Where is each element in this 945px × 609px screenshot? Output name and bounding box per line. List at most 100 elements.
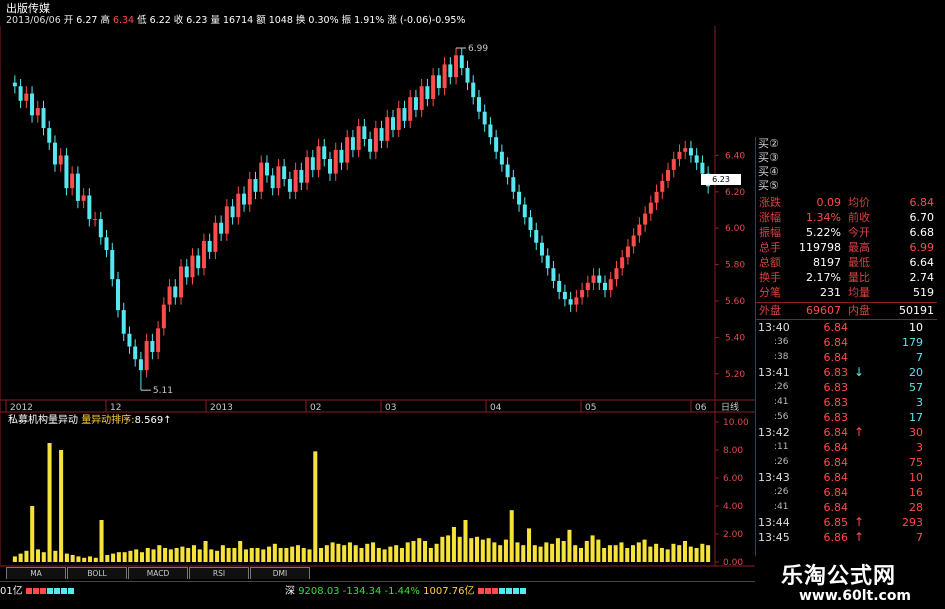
stat-row: 总额 8197 最低 6.64 xyxy=(756,255,937,270)
volume-bar xyxy=(18,553,23,562)
volume-bar xyxy=(203,541,208,562)
tick-time: :26 xyxy=(774,457,789,467)
tick-time: :38 xyxy=(774,352,789,362)
volume-bar xyxy=(642,539,647,562)
volume-bar xyxy=(209,549,214,562)
kline-chart[interactable]: 6.406.206.005.805.605.405.206.995.112012… xyxy=(0,0,755,581)
volume-bar xyxy=(665,549,670,562)
volume-bar xyxy=(330,542,335,562)
candle-body xyxy=(24,93,29,101)
volume-bar xyxy=(272,543,277,562)
candle-body xyxy=(545,255,550,269)
indicator-arrow-icon: ↑ xyxy=(163,415,172,426)
candle-body xyxy=(161,304,166,329)
tick-price: 6.85 xyxy=(823,516,849,529)
volume-bar xyxy=(157,545,162,562)
tab-macd[interactable]: MACD xyxy=(128,567,188,579)
volume-bar xyxy=(567,529,572,562)
tick-volume: 57 xyxy=(909,381,923,394)
index-pct: -1.44% xyxy=(384,586,420,597)
volume-bar xyxy=(215,550,220,562)
market-index[interactable]: 深 9208.03 -134.34 -1.44% 1007.76亿 xyxy=(285,582,527,597)
candle-body xyxy=(625,246,630,258)
volume-bar xyxy=(342,545,347,562)
volume-bar xyxy=(151,549,156,562)
tab-ma[interactable]: MA xyxy=(6,567,66,579)
volume-bar xyxy=(220,545,225,562)
volume-bar xyxy=(434,543,439,562)
volume-bar xyxy=(625,548,630,562)
tick-volume: 16 xyxy=(909,486,923,499)
tick-time: :26 xyxy=(774,382,789,392)
candle-body xyxy=(190,255,195,278)
volume-bar xyxy=(515,542,520,562)
tab-dmi[interactable]: DMI xyxy=(250,567,310,579)
tab-rsi[interactable]: RSI xyxy=(189,567,249,579)
candle-body xyxy=(41,108,46,129)
candle-body xyxy=(648,202,653,214)
candle-body xyxy=(431,75,436,99)
stat-value: 2.74 xyxy=(909,271,935,284)
candle-body xyxy=(259,162,264,192)
tick-price: 6.84 xyxy=(823,501,849,514)
date-tick-label: 02 xyxy=(310,403,321,413)
indicator-name: 私募机构量异动 xyxy=(8,415,78,426)
tick-volume: 28 xyxy=(909,501,923,514)
tick-row: :41 6.83 3 xyxy=(756,395,937,410)
volume-bar xyxy=(59,450,64,562)
tick-row: 13:45 6.86 ↑ 7 xyxy=(756,530,937,545)
volume-bar xyxy=(671,543,676,562)
volume-bar xyxy=(440,536,445,562)
stat-row: 分笔 231 均量 519 xyxy=(756,285,937,300)
volume-bar xyxy=(694,548,699,562)
candle-body xyxy=(574,297,579,305)
date-tick-label: 03 xyxy=(385,403,396,413)
volume-bar xyxy=(550,543,555,562)
volume-tick-label: 8.00 xyxy=(723,446,743,456)
volume-bar xyxy=(555,538,560,562)
candle-body xyxy=(115,279,121,311)
volume-bar xyxy=(457,536,462,562)
tick-arrow-icon: ↑ xyxy=(854,530,865,544)
site-watermark: 乐淘公式网 www.60lt.com xyxy=(755,556,945,609)
volume-bar xyxy=(411,541,416,562)
candle-body xyxy=(47,128,52,143)
candle-body xyxy=(35,108,40,116)
volume-bar xyxy=(255,548,260,562)
tick-price: 6.83 xyxy=(823,381,849,394)
volume-bar xyxy=(295,545,300,562)
candle-body xyxy=(385,117,390,141)
candle-body xyxy=(98,219,103,238)
volume-bar xyxy=(544,542,549,562)
candle-body xyxy=(167,286,172,305)
volume-bar xyxy=(463,520,468,562)
candle-body xyxy=(522,204,527,218)
volume-bar xyxy=(99,520,104,562)
candle-body xyxy=(75,173,80,201)
candle-body xyxy=(184,266,189,278)
volume-bar xyxy=(145,548,150,562)
tab-boll[interactable]: BOLL xyxy=(67,567,127,579)
candle-body xyxy=(539,242,544,256)
volume-bar xyxy=(128,550,133,562)
tick-price: 6.83 xyxy=(823,411,849,424)
tick-price: 6.86 xyxy=(823,531,849,544)
volume-bar xyxy=(682,541,688,562)
volume-bar xyxy=(706,545,711,562)
candle-body xyxy=(293,169,298,192)
candle-body xyxy=(654,191,659,203)
price-tick-label: 6.20 xyxy=(725,188,745,198)
candle-body xyxy=(499,151,504,165)
volume-bar xyxy=(347,542,352,562)
candle-body xyxy=(173,286,178,298)
status-bar: 01亿 深 9208.03 -134.34 -1.44% 1007.76亿 xyxy=(0,581,755,597)
volume-bar xyxy=(12,556,17,562)
candle-body xyxy=(408,97,413,121)
volume-bar xyxy=(87,556,93,562)
candle-body xyxy=(551,268,556,281)
volume-bar xyxy=(613,545,618,562)
volume-bar xyxy=(226,548,231,562)
tick-row: :26 6.83 57 xyxy=(756,380,937,395)
tick-arrow-icon: ↑ xyxy=(854,515,865,529)
tick-time: :11 xyxy=(774,442,789,452)
